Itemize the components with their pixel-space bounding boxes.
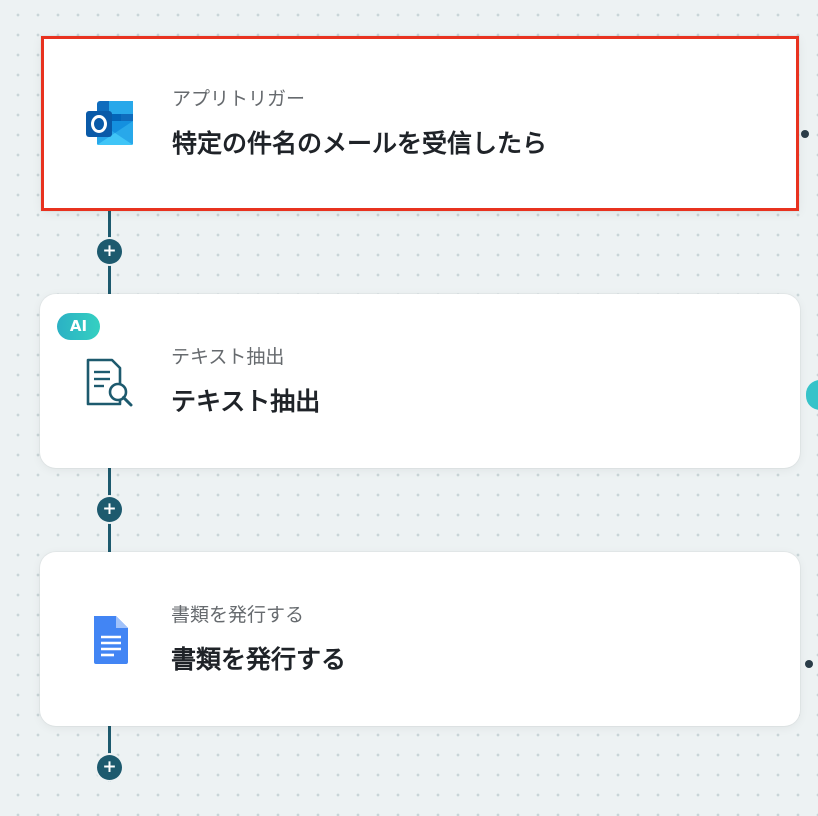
step-title: 特定の件名のメールを受信したら bbox=[172, 129, 548, 158]
add-step-button[interactable]: + bbox=[97, 497, 122, 522]
outlook-icon bbox=[83, 95, 139, 151]
document-search-icon bbox=[82, 354, 138, 410]
step-title: テキスト抽出 bbox=[171, 387, 321, 416]
step-app-label: テキスト抽出 bbox=[171, 346, 285, 368]
step-app-label: アプリトリガー bbox=[172, 88, 306, 110]
step-edge-handle[interactable] bbox=[806, 380, 818, 410]
add-step-button[interactable]: + bbox=[97, 755, 122, 780]
trigger-step-card[interactable]: アプリトリガー 特定の件名のメールを受信したら bbox=[41, 36, 809, 211]
step-title: 書類を発行する bbox=[171, 645, 347, 674]
ai-badge: AI bbox=[57, 313, 100, 340]
text-extraction-step-card[interactable]: テキスト抽出 テキスト抽出 bbox=[40, 294, 818, 468]
step-edge-handle[interactable] bbox=[805, 660, 813, 668]
google-docs-icon bbox=[82, 612, 138, 668]
document-issue-step-card[interactable]: 書類を発行する 書類を発行する bbox=[40, 552, 813, 726]
add-step-button[interactable]: + bbox=[97, 239, 122, 264]
step-app-label: 書類を発行する bbox=[171, 604, 305, 626]
step-edge-handle[interactable] bbox=[801, 130, 809, 138]
